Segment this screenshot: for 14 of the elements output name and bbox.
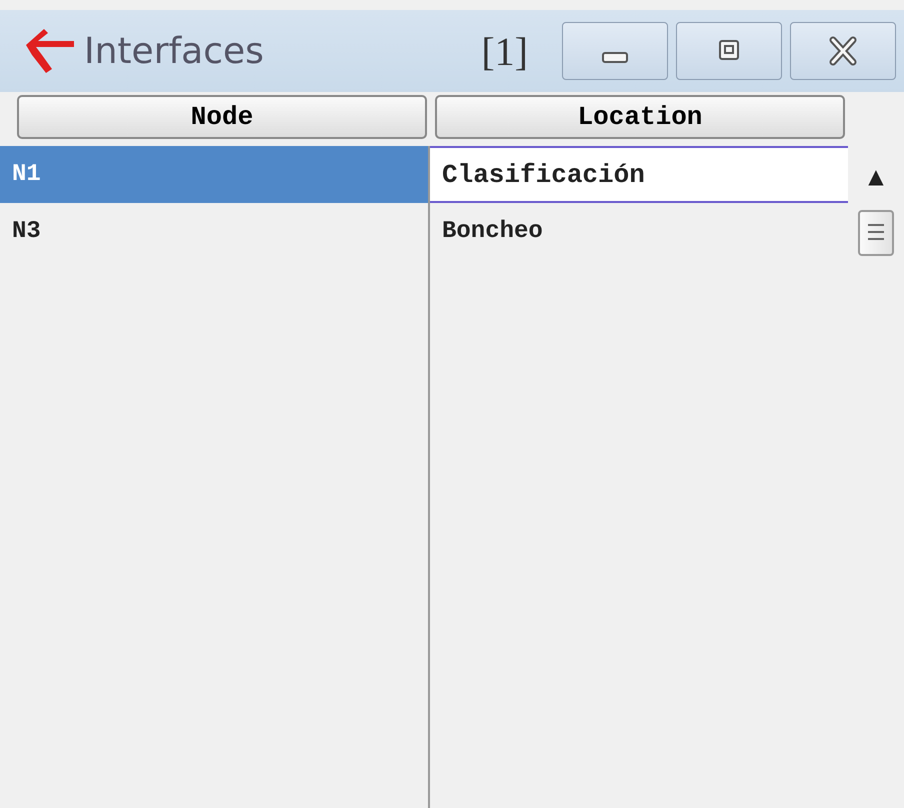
table-cell[interactable]: Clasificación <box>428 146 848 203</box>
scroll-up-arrow[interactable]: ▲ <box>868 164 884 188</box>
table-cell[interactable]: N1 <box>0 146 428 203</box>
column-header[interactable]: Node <box>17 95 427 139</box>
window-title: Interfaces <box>84 30 265 72</box>
table-cell[interactable]: Boncheo <box>428 203 848 260</box>
window-count: [1] <box>481 28 528 74</box>
scroll-thumb[interactable] <box>858 210 894 256</box>
column-header[interactable]: Location <box>435 95 845 139</box>
minimize-icon <box>602 52 628 62</box>
close-button[interactable] <box>790 22 896 80</box>
maximize-button[interactable] <box>676 22 782 80</box>
table-cell[interactable]: N3 <box>0 203 428 260</box>
minimize-button[interactable] <box>562 22 668 80</box>
